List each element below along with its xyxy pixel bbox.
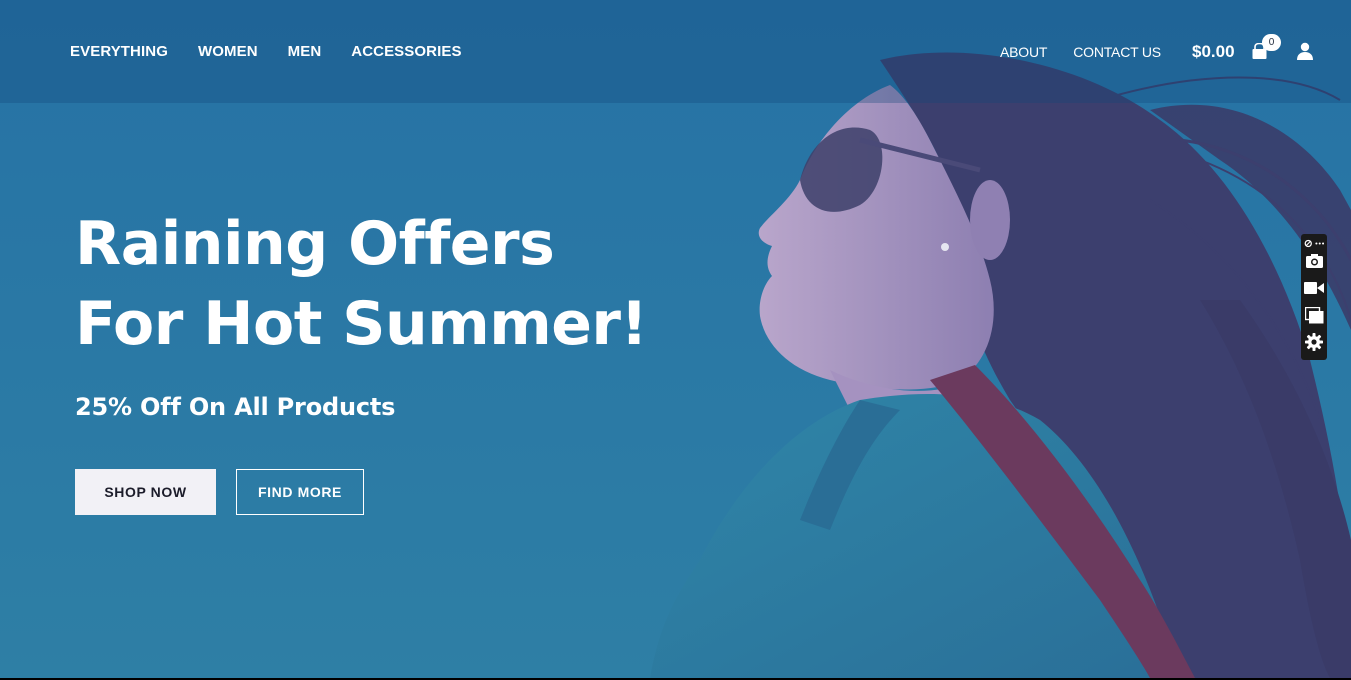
secondary-nav: ABOUT CONTACT US	[1000, 44, 1161, 60]
primary-nav: EVERYTHING WOMEN MEN ACCESSORIES	[70, 43, 462, 60]
nav-item-about[interactable]: ABOUT	[1000, 44, 1047, 60]
video-icon[interactable]	[1304, 281, 1324, 295]
user-icon[interactable]	[1296, 42, 1314, 60]
shop-now-button[interactable]: SHOP NOW	[75, 469, 216, 515]
toolbar-header	[1304, 237, 1324, 249]
hero-subheadline: 25% Off On All Products	[75, 393, 396, 421]
site-header: EVERYTHING WOMEN MEN ACCESSORIES ABOUT C…	[0, 0, 1351, 103]
hero-headline-line2: For Hot Summer!	[75, 289, 648, 359]
camera-icon[interactable]	[1305, 253, 1324, 269]
nav-item-contact-us[interactable]: CONTACT US	[1073, 44, 1161, 60]
nav-item-men[interactable]: MEN	[288, 43, 322, 60]
gear-icon[interactable]	[1305, 333, 1323, 351]
pin-icon[interactable]	[1304, 239, 1313, 248]
toolbar-settings[interactable]	[1304, 332, 1324, 352]
hero-headline-line1: Raining Offers	[75, 209, 555, 279]
more-icon[interactable]	[1314, 239, 1324, 248]
toolbar-screenshot[interactable]	[1304, 251, 1324, 271]
hero-headline: Raining Offers For Hot Summer!	[75, 204, 648, 364]
toolbar-record[interactable]	[1304, 278, 1324, 298]
nav-item-everything[interactable]: EVERYTHING	[70, 43, 168, 60]
cart-count-badge: 0	[1262, 34, 1281, 51]
nav-item-women[interactable]: WOMEN	[198, 43, 258, 60]
cart-total[interactable]: $0.00	[1192, 42, 1235, 62]
find-more-button[interactable]: FIND MORE	[236, 469, 364, 515]
window-icon[interactable]	[1304, 306, 1324, 324]
capture-toolbar	[1301, 234, 1327, 360]
hero-page: EVERYTHING WOMEN MEN ACCESSORIES ABOUT C…	[0, 0, 1351, 678]
nav-item-accessories[interactable]: ACCESSORIES	[351, 43, 461, 60]
toolbar-window[interactable]	[1304, 305, 1324, 325]
